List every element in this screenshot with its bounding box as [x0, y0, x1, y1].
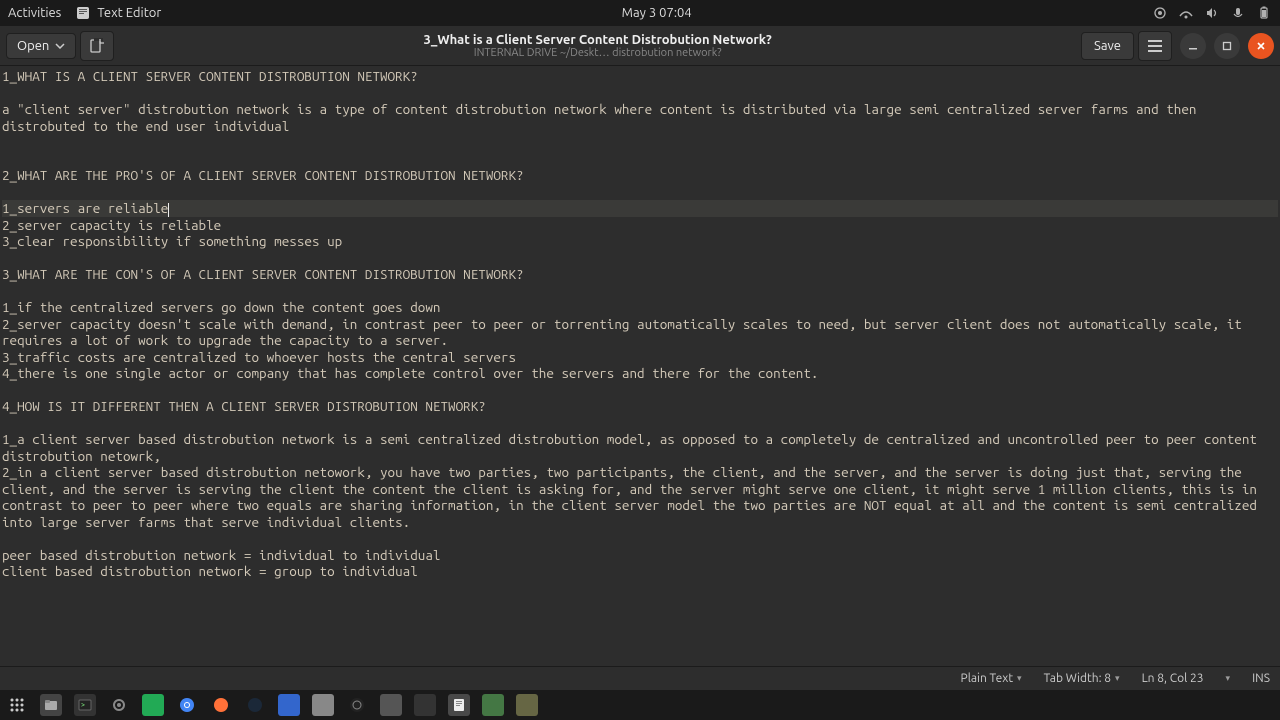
activities-button[interactable]: Activities	[8, 6, 61, 20]
editor-line	[2, 134, 1278, 151]
app-menu[interactable]: Text Editor	[75, 5, 161, 21]
battery-icon[interactable]	[1256, 5, 1272, 21]
editor-line: 4_HOW IS IT DIFFERENT THEN A CLIENT SERV…	[2, 398, 1278, 415]
editor-line: 3_clear responsibility if something mess…	[2, 233, 1278, 250]
editor-line	[2, 85, 1278, 102]
cursor-position-label: Ln 8, Col 23	[1142, 672, 1204, 685]
new-document-icon	[89, 38, 105, 54]
editor-line	[2, 382, 1278, 399]
window-subtitle: INTERNAL DRIVE ~/Deskt… distrobution net…	[114, 47, 1081, 59]
tab-width-selector[interactable]: Tab Width: 8 ▾	[1044, 672, 1120, 685]
text-editor-icon	[75, 5, 91, 21]
tab-width-label: Tab Width: 8	[1044, 672, 1111, 685]
editor-line	[2, 415, 1278, 432]
obs-icon[interactable]	[346, 694, 368, 716]
app-icon[interactable]	[380, 694, 402, 716]
chevron-down-icon: ▾	[1017, 673, 1022, 684]
app-icon[interactable]	[142, 694, 164, 716]
window-title: 3_What is a Client Server Content Distro…	[114, 33, 1081, 47]
settings-icon[interactable]	[108, 694, 130, 716]
terminal-icon[interactable]: >	[74, 694, 96, 716]
editor-line	[2, 184, 1278, 201]
hamburger-icon	[1148, 40, 1162, 52]
editor-line: a "client server" distrobution network i…	[2, 101, 1278, 134]
editor-line: peer based distrobution network = indivi…	[2, 547, 1278, 564]
app-icon[interactable]	[312, 694, 334, 716]
text-cursor	[168, 203, 169, 217]
editor-line: 2_WHAT ARE THE PRO'S OF A CLIENT SERVER …	[2, 167, 1278, 184]
editor-line: client based distrobution network = grou…	[2, 563, 1278, 580]
clock[interactable]: May 3 07:04	[622, 6, 692, 20]
dock: >	[0, 690, 1280, 720]
new-tab-button[interactable]	[80, 31, 114, 61]
hamburger-menu-button[interactable]	[1138, 31, 1172, 61]
close-button[interactable]	[1248, 33, 1274, 59]
maximize-icon	[1222, 41, 1232, 51]
app-icon[interactable]	[516, 694, 538, 716]
syntax-mode-label: Plain Text	[961, 672, 1014, 685]
app-icon[interactable]	[278, 694, 300, 716]
editor-line: 2_server capacity doesn't scale with dem…	[2, 316, 1278, 349]
editor-line	[2, 151, 1278, 168]
chevron-down-icon: ▾	[1226, 673, 1231, 684]
app-menu-label: Text Editor	[97, 6, 161, 20]
open-button[interactable]: Open	[6, 33, 76, 59]
app-icon[interactable]	[414, 694, 436, 716]
editor-line: 2_server capacity is reliable	[2, 217, 1278, 234]
statusbar: Plain Text ▾ Tab Width: 8 ▾ Ln 8, Col 23…	[0, 666, 1280, 690]
minimize-button[interactable]	[1180, 33, 1206, 59]
gedit-icon[interactable]	[448, 694, 470, 716]
app-icon[interactable]	[482, 694, 504, 716]
minimize-icon	[1188, 41, 1198, 51]
chrome-icon[interactable]	[176, 694, 198, 716]
syntax-mode-selector[interactable]: Plain Text ▾	[961, 672, 1022, 685]
editor-textarea[interactable]: 1_WHAT IS A CLIENT SERVER CONTENT DISTRO…	[0, 66, 1280, 666]
insert-mode-label: INS	[1252, 672, 1270, 685]
screen-share-icon[interactable]	[1152, 5, 1168, 21]
gnome-topbar: Activities Text Editor May 3 07:04	[0, 0, 1280, 26]
chevron-down-icon	[55, 43, 65, 49]
cursor-position[interactable]: Ln 8, Col 23	[1142, 672, 1204, 685]
insert-mode[interactable]: INS	[1252, 672, 1270, 685]
maximize-button[interactable]	[1214, 33, 1240, 59]
editor-line: 1_WHAT IS A CLIENT SERVER CONTENT DISTRO…	[2, 68, 1278, 85]
network-icon[interactable]	[1178, 5, 1194, 21]
editor-line	[2, 283, 1278, 300]
microphone-icon[interactable]	[1230, 5, 1246, 21]
editor-line: 3_traffic costs are centralized to whoev…	[2, 349, 1278, 366]
headerbar: Open 3_What is a Client Server Content D…	[0, 26, 1280, 66]
editor-line: 1_if the centralized servers go down the…	[2, 299, 1278, 316]
close-icon	[1256, 41, 1266, 51]
open-button-label: Open	[17, 39, 49, 53]
volume-icon[interactable]	[1204, 5, 1220, 21]
save-button[interactable]: Save	[1081, 32, 1134, 60]
firefox-icon[interactable]	[210, 694, 232, 716]
show-apps-icon[interactable]	[6, 694, 28, 716]
steam-icon[interactable]	[244, 694, 266, 716]
files-icon[interactable]	[40, 694, 62, 716]
editor-line: 1_servers are reliable	[2, 200, 1278, 217]
editor-line: 1_a client server based distrobution net…	[2, 431, 1278, 464]
editor-line: 4_there is one single actor or company t…	[2, 365, 1278, 382]
editor-line: 3_WHAT ARE THE CON'S OF A CLIENT SERVER …	[2, 266, 1278, 283]
svg-text:>: >	[81, 701, 85, 709]
text-editor-window: Open 3_What is a Client Server Content D…	[0, 26, 1280, 690]
editor-line: 2_in a client server based distrobution …	[2, 464, 1278, 530]
editor-line	[2, 250, 1278, 267]
editor-line	[2, 530, 1278, 547]
chevron-down-icon: ▾	[1115, 673, 1120, 684]
